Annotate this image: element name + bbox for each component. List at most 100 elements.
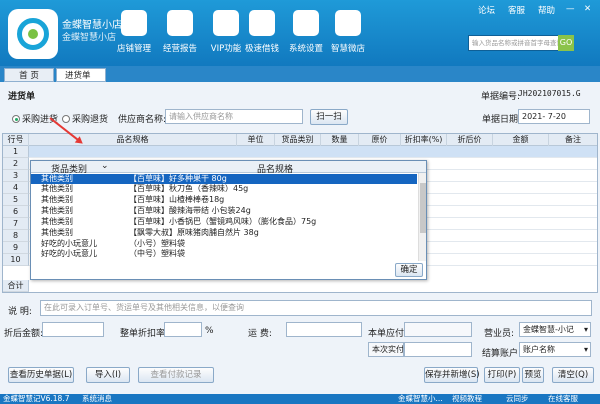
list-item[interactable]: 其他类别 【百草味】酸辣海带结 小包装24g (31, 206, 417, 216)
total-label: 合计 (3, 280, 29, 292)
list-item[interactable]: 其他类别 【百草味】山楂棒棒卷18g (31, 195, 417, 205)
shop-subtitle: 金蝶智慧小店 (62, 33, 117, 43)
row-number: 6 (3, 206, 29, 218)
tab-bar: 首 页 进货单 (0, 66, 600, 82)
row-number: 7 (3, 218, 29, 230)
preview-button[interactable]: 预览 (522, 367, 544, 383)
row-number: 1 (3, 146, 29, 158)
chevron-down-icon: ▾ (583, 325, 588, 334)
discount-amount-input[interactable] (42, 322, 104, 337)
col-discount-rate[interactable]: 折扣率(%) (401, 134, 447, 146)
col-unit[interactable]: 单位 (237, 134, 275, 146)
gear-icon (293, 10, 319, 36)
microstore-icon (335, 10, 361, 36)
col-category[interactable]: 货品类别 (275, 134, 321, 146)
note-label: 说 明: (8, 307, 32, 317)
tab-home[interactable]: 首 页 (4, 68, 54, 82)
forum-link[interactable]: 论坛 (478, 4, 495, 16)
shop-status: 金蝶智慧小... (398, 394, 443, 403)
col-amount[interactable]: 金额 (493, 134, 549, 146)
percent-sign: % (205, 326, 214, 336)
col-remarks[interactable]: 备注 (549, 134, 597, 146)
report-icon (167, 10, 193, 36)
grid-header: 行号 品名规格 单位 货品类别 数量 原价 折扣率(%) 折后价 金额 备注 (3, 134, 597, 146)
money-icon (249, 10, 275, 36)
salesperson-select[interactable]: 金蝶智慧-小记 ▾ (519, 322, 591, 337)
row-number: 4 (3, 182, 29, 194)
search-go-button[interactable]: GO (558, 35, 574, 51)
scan-button[interactable]: 扫一扫 (310, 109, 348, 125)
minimize-icon[interactable]: — (566, 4, 575, 14)
nav-fast-loan[interactable]: 极速借钱 (240, 6, 284, 62)
app-logo (8, 9, 58, 59)
account-select[interactable]: 账户名称 ▾ (519, 342, 591, 357)
status-bar: 金蝶智慧记V6.18.7 系统消息 金蝶智慧小... 视频教程 云同步 在线客服 (0, 394, 600, 404)
list-item[interactable]: 其他类别 【百草味】秋刀鱼（香辣味）45g (31, 184, 417, 194)
col-row-no: 行号 (3, 134, 29, 146)
payable-value (404, 322, 472, 337)
popup-header: 货品类别 ⌄ 品名规格 (31, 161, 426, 175)
history-button[interactable]: 查看历史单据(L) (8, 367, 74, 383)
close-icon[interactable]: ✕ (584, 4, 591, 14)
date-picker[interactable]: 2021- 7-20 (518, 109, 590, 124)
tab-purchase-order[interactable]: 进货单 (56, 68, 106, 82)
freight-input[interactable] (286, 322, 362, 337)
chevron-down-icon[interactable]: ⌄ (101, 161, 109, 171)
discount-amount-label: 折后金额: (4, 329, 44, 339)
discount-rate-label: 整单折扣率: (120, 329, 169, 339)
version-text: 金蝶智慧记V6.18.7 (3, 394, 70, 403)
popup-ok-button[interactable]: 确定 (395, 263, 423, 277)
online-service-link[interactable]: 在线客服 (548, 394, 578, 404)
list-item[interactable]: 其他类别 【百草味】好多种果干 80g (31, 174, 417, 184)
list-item[interactable]: 其他类别 【飘零大叔】原味猪肉脯自然片 38g (31, 228, 417, 238)
row-number: 5 (3, 194, 29, 206)
row-number: 2 (3, 158, 29, 170)
print-button[interactable]: 打印(P) (484, 367, 520, 383)
app-header: 金蝶智慧小店 金蝶智慧小店 店铺管理 经营报告 VIP功能 极速借钱 系统设置 … (0, 0, 600, 66)
cloud-sync-link[interactable]: 云同步 (506, 394, 529, 404)
form-title: 进货单 (8, 92, 36, 102)
product-picker-popup: 货品类别 ⌄ 品名规格 其他类别 【百草味】好多种果干 80g 其他类别 【百草味】… (30, 160, 427, 280)
order-no-value: JH202107015.G (518, 89, 581, 98)
row-number: 8 (3, 230, 29, 242)
popup-scrollbar[interactable] (418, 173, 426, 261)
nav-system-settings[interactable]: 系统设置 (284, 6, 328, 62)
vip-icon (213, 10, 239, 36)
clear-button[interactable]: 清空(Q) (552, 367, 594, 383)
video-tutorial-link[interactable]: 视频教程 (452, 394, 482, 404)
table-row[interactable] (29, 146, 597, 158)
payable-label: 本单应付: (368, 329, 408, 339)
list-item[interactable]: 其他类别 【百草味】小香锅巴（蟹镜鸡风味）（膨化食品）75g (31, 217, 417, 227)
service-link[interactable]: 客服 (508, 4, 525, 16)
help-link[interactable]: 帮助 (538, 4, 555, 16)
salesperson-label: 营业员: (484, 329, 515, 339)
row-number: 10 (3, 254, 29, 266)
nav-store-management[interactable]: 店铺管理 (112, 6, 156, 62)
note-input[interactable]: 在此可录入订单号、货运单号及其他相关信息，以便查询 (40, 300, 592, 316)
view-payment-button[interactable]: 查看付款记录 (138, 367, 214, 383)
import-button[interactable]: 导入(I) (86, 367, 130, 383)
col-original-price[interactable]: 原价 (359, 134, 401, 146)
chevron-down-icon: ▾ (583, 345, 588, 354)
list-item[interactable]: 好吃的小玩意儿 （小号）塑料袋 (31, 239, 417, 249)
col-quantity[interactable]: 数量 (321, 134, 359, 146)
nav-business-report[interactable]: 经营报告 (158, 6, 202, 62)
save-new-button[interactable]: 保存并新增(S) (424, 367, 480, 383)
row-number: 3 (3, 170, 29, 182)
order-no-label: 单据编号: (481, 92, 521, 102)
col-discounted-price[interactable]: 折后价 (447, 134, 493, 146)
list-item[interactable]: 好吃的小玩意儿 （中号）塑料袋 (31, 249, 417, 257)
freight-label: 运 费: (248, 329, 272, 339)
supplier-input[interactable]: 请输入供应商名称 (165, 109, 303, 124)
system-messages-link[interactable]: 系统消息 (82, 394, 112, 404)
discount-rate-input[interactable] (164, 322, 202, 337)
radio-return[interactable]: 采购退货 (62, 112, 108, 125)
account-label: 结算账户: (482, 349, 522, 359)
nav-micro-store[interactable]: 智慧微店 (326, 6, 370, 62)
date-label: 单据日期: (482, 115, 522, 125)
col-product-name[interactable]: 品名规格 (29, 134, 237, 146)
actual-paid-label: 本次实付 (368, 342, 404, 357)
supplier-label: 供应商名称: (118, 115, 167, 125)
actual-paid-input[interactable] (404, 342, 472, 357)
row-number: 9 (3, 242, 29, 254)
